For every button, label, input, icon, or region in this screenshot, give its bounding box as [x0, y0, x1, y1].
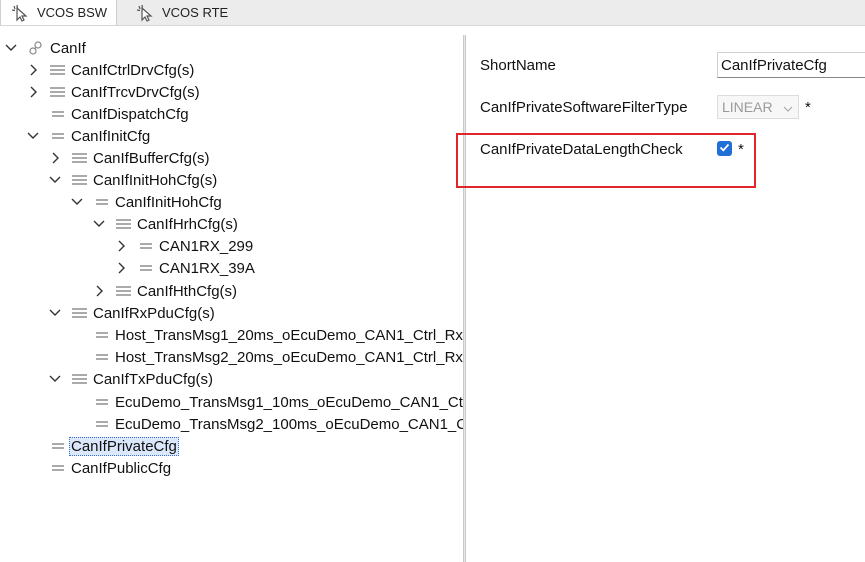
- filter-type-select[interactable]: LINEAR: [717, 95, 799, 119]
- tree-item-label: CanIfRxPduCfg(s): [93, 304, 215, 322]
- chevron-down-icon[interactable]: [48, 306, 62, 320]
- tree-item-label: CanIfTrcvDrvCfg(s): [71, 83, 200, 101]
- tree-item-label: CanIfBufferCfg(s): [93, 149, 210, 167]
- cursor-click-icon: [136, 4, 154, 22]
- list-lines-icon: [49, 64, 66, 76]
- chevron-right-icon[interactable]: [48, 151, 62, 165]
- item-lines-icon: [93, 196, 110, 208]
- tree-root-canif[interactable]: CanIf: [4, 37, 86, 59]
- list-lines-icon: [49, 86, 66, 98]
- tree-item-label: Host_TransMsg2_20ms_oEcuDemo_CAN1_Ctrl_R…: [115, 348, 463, 366]
- highlight-annotation-box: [456, 133, 756, 188]
- tree-item-label: CanIfPrivateCfg: [69, 436, 179, 456]
- tree-item-canifinithohcfgs[interactable]: CanIfInitHohCfg(s): [48, 169, 217, 191]
- tree-item-label: CanIfHthCfg(s): [137, 282, 238, 300]
- tree-item-label: CAN1RX_39A: [159, 259, 255, 277]
- tree-item-label: CanIfTxPduCfg(s): [93, 370, 214, 388]
- tree-item-label: CanIfHrhCfg(s): [137, 215, 238, 233]
- tree-item-canifctrldrvcfgs[interactable]: CanIfCtrlDrvCfg(s): [26, 59, 194, 81]
- tree-item-label: CanIf: [50, 39, 86, 57]
- chevron-right-icon[interactable]: [26, 85, 40, 99]
- list-lines-icon: [71, 307, 88, 319]
- tab-label: VCOS BSW: [37, 5, 108, 20]
- tree-item-canifdispatchcfg[interactable]: CanIfDispatchCfg: [26, 103, 189, 125]
- tree-item-label: CanIfPublicCfg: [71, 459, 172, 477]
- tree-item-canifbuffercfgs[interactable]: CanIfBufferCfg(s): [48, 147, 209, 169]
- list-lines-icon: [71, 174, 88, 186]
- item-lines-icon: [93, 418, 110, 430]
- tab-vcos-bsw[interactable]: VCOS BSW: [0, 0, 117, 25]
- tree-item-canifrxpducfgs[interactable]: CanIfRxPduCfg(s): [48, 302, 215, 324]
- list-lines-icon: [71, 373, 88, 385]
- tab-vcos-rte[interactable]: VCOS RTE: [124, 0, 244, 25]
- tree-item-canifinithohcfg[interactable]: CanIfInitHohCfg: [70, 191, 222, 213]
- filter-type-value: LINEAR: [722, 99, 773, 115]
- tree-item-label: EcuDemo_TransMsg2_100ms_oEcuDemo_CAN1_Ct…: [115, 415, 463, 433]
- list-lines-icon: [71, 152, 88, 164]
- tree-item-label: CanIfCtrlDrvCfg(s): [71, 61, 195, 79]
- shortname-label: ShortName: [480, 57, 556, 74]
- tree-item-canifhrhcfgs[interactable]: CanIfHrhCfg(s): [92, 213, 238, 235]
- tree-item-canifinitcfg[interactable]: CanIfInitCfg: [26, 125, 150, 147]
- link-icon: [27, 40, 45, 56]
- chevron-down-icon[interactable]: [70, 195, 84, 209]
- item-lines-icon: [137, 240, 154, 252]
- tree-item-host-transmsg2[interactable]: Host_TransMsg2_20ms_oEcuDemo_CAN1_Ctrl_R…: [70, 346, 463, 368]
- tree-item-ecudemo-transmsg1[interactable]: EcuDemo_TransMsg1_10ms_oEcuDemo_CAN1_Ctr…: [70, 391, 463, 413]
- item-lines-icon: [137, 262, 154, 274]
- chevron-right-icon[interactable]: [114, 239, 128, 253]
- item-lines-icon: [49, 462, 66, 474]
- tree-item-canifpubliccfg[interactable]: CanIfPublicCfg: [26, 457, 171, 479]
- tree-item-label: CanIfDispatchCfg: [71, 105, 189, 123]
- tree-item-can1rx-299[interactable]: CAN1RX_299: [114, 235, 253, 257]
- chevron-right-icon[interactable]: [26, 63, 40, 77]
- chevron-right-icon[interactable]: [92, 284, 106, 298]
- tree-item-label: EcuDemo_TransMsg1_10ms_oEcuDemo_CAN1_Ctr…: [115, 393, 463, 411]
- item-lines-icon: [49, 108, 66, 120]
- tree-item-canifcrcvdrvcfgs[interactable]: CanIfTrcvDrvCfg(s): [26, 81, 200, 103]
- item-lines-icon: [93, 351, 110, 363]
- cursor-click-icon: [11, 4, 29, 22]
- item-lines-icon: [49, 130, 66, 142]
- filter-type-label: CanIfPrivateSoftwareFilterType: [480, 99, 688, 116]
- tree-item-canifprivatecfg[interactable]: CanIfPrivateCfg: [26, 435, 179, 457]
- chevron-down-icon[interactable]: [48, 372, 62, 386]
- chevron-down-icon[interactable]: [4, 41, 18, 55]
- editor-tab-bar: VCOS BSW VCOS RTE: [0, 0, 865, 26]
- chevron-down-icon[interactable]: [48, 173, 62, 187]
- tree-item-label: CanIfInitHohCfg(s): [93, 171, 218, 189]
- list-lines-icon: [115, 218, 132, 230]
- item-lines-icon: [93, 396, 110, 408]
- tree-item-can1rx-39a[interactable]: CAN1RX_39A: [114, 257, 255, 279]
- tab-label: VCOS RTE: [162, 5, 229, 20]
- tree-item-caniftxpducfgs[interactable]: CanIfTxPduCfg(s): [48, 368, 213, 390]
- chevron-down-icon[interactable]: [92, 217, 106, 231]
- tree-item-label: Host_TransMsg1_20ms_oEcuDemo_CAN1_Ctrl_R…: [115, 326, 463, 344]
- properties-panel: ShortName CanIfPrivateSoftwareFilterType…: [466, 35, 865, 562]
- list-lines-icon: [115, 285, 132, 297]
- tree-item-label: CAN1RX_299: [159, 237, 254, 255]
- tree-item-ecudemo-transmsg2[interactable]: EcuDemo_TransMsg2_100ms_oEcuDemo_CAN1_Ct…: [70, 413, 463, 435]
- required-marker: *: [805, 99, 811, 116]
- item-lines-icon: [49, 440, 66, 452]
- tree-item-label: CanIfInitCfg: [71, 127, 151, 145]
- tree-item-label: CanIfInitHohCfg: [115, 193, 222, 211]
- shortname-input[interactable]: [717, 52, 865, 78]
- item-lines-icon: [93, 329, 110, 341]
- tree-item-canifhthcfgs[interactable]: CanIfHthCfg(s): [92, 280, 237, 302]
- chevron-down-icon: [782, 102, 794, 118]
- config-tree: CanIf CanIfCtrlDrvCfg(s) CanIfTrcvDrvCfg…: [0, 35, 463, 562]
- tree-item-host-transmsg1[interactable]: Host_TransMsg1_20ms_oEcuDemo_CAN1_Ctrl_R…: [70, 324, 463, 346]
- chevron-down-icon[interactable]: [26, 129, 40, 143]
- chevron-right-icon[interactable]: [114, 261, 128, 275]
